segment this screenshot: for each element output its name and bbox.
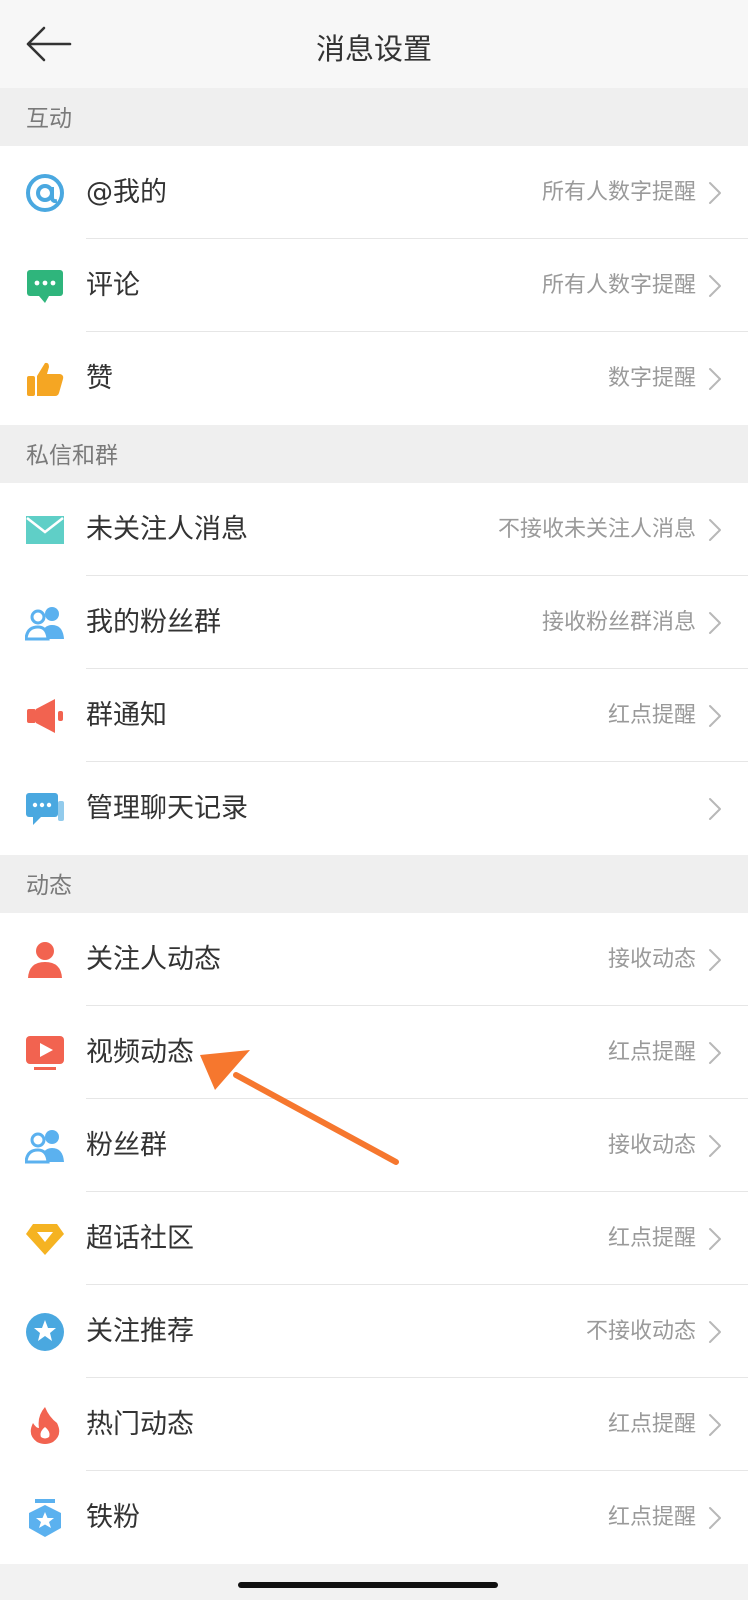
chevron-right-icon [708, 1413, 722, 1437]
row-label: 未关注人消息 [86, 514, 248, 545]
group-icon [24, 603, 65, 643]
row-value: 接收动态 [607, 947, 696, 972]
settings-row[interactable]: 视频动态 红点提醒 [0, 1006, 748, 1099]
row-label: 热门动态 [86, 1409, 194, 1440]
row-value: 所有人数字提醒 [541, 273, 696, 298]
settings-row[interactable]: 我的粉丝群 接收粉丝群消息 [0, 576, 748, 669]
row-value: 红点提醒 [607, 1226, 696, 1251]
settings-row[interactable]: 关注推荐 不接收动态 [0, 1285, 748, 1378]
chevron-right-icon [708, 1041, 722, 1065]
chevron-right-icon [708, 518, 722, 542]
settings-row[interactable]: 未关注人消息 不接收未关注人消息 [0, 483, 748, 576]
chevron-right-icon [708, 797, 722, 821]
chevron-right-icon [708, 704, 722, 728]
row-value: 不接收动态 [585, 1319, 696, 1344]
diamond-icon [25, 1219, 65, 1259]
row-value: 红点提醒 [607, 703, 696, 728]
row-label: 关注人动态 [86, 944, 221, 975]
at-icon [25, 173, 65, 213]
row-label: 超话社区 [86, 1223, 194, 1254]
section-header: 互动 [0, 88, 748, 146]
settings-row[interactable]: 群通知 红点提醒 [0, 669, 748, 762]
settings-list: 互动 @我的 所有人数字提醒 评论 所有人数字提醒 赞 数字提醒 私信和群 未关… [0, 88, 748, 1564]
row-label: 管理聊天记录 [86, 793, 248, 824]
chevron-right-icon [708, 367, 722, 391]
settings-row[interactable]: 粉丝群 接收动态 [0, 1099, 748, 1192]
section-list: 未关注人消息 不接收未关注人消息 我的粉丝群 接收粉丝群消息 群通知 红点提醒 … [0, 483, 748, 855]
settings-row[interactable]: @我的 所有人数字提醒 [0, 146, 748, 239]
row-label: 关注推荐 [86, 1316, 194, 1347]
section-list: @我的 所有人数字提醒 评论 所有人数字提醒 赞 数字提醒 [0, 146, 748, 425]
chevron-right-icon [708, 181, 722, 205]
section-header: 私信和群 [0, 425, 748, 483]
row-label: @我的 [86, 177, 167, 208]
chevron-right-icon [708, 1134, 722, 1158]
settings-row[interactable]: 评论 所有人数字提醒 [0, 239, 748, 332]
row-value: 接收粉丝群消息 [541, 610, 696, 635]
settings-row[interactable]: 关注人动态 接收动态 [0, 913, 748, 1006]
video-play-icon [25, 1033, 65, 1073]
row-label: 视频动态 [86, 1037, 194, 1068]
watermark-logo [560, 1498, 700, 1544]
row-value: 所有人数字提醒 [541, 180, 696, 205]
row-value: 接收动态 [607, 1133, 696, 1158]
row-value: 不接收未关注人消息 [497, 517, 696, 542]
settings-row[interactable]: 赞 数字提醒 [0, 332, 748, 425]
megaphone-icon [25, 696, 65, 736]
chevron-right-icon [708, 1227, 722, 1251]
row-label: 群通知 [86, 700, 167, 731]
chevron-right-icon [708, 1320, 722, 1344]
home-indicator[interactable] [238, 1582, 498, 1588]
thumbs-up-icon [25, 359, 65, 399]
row-label: 铁粉 [86, 1502, 140, 1533]
envelope-icon [25, 510, 65, 550]
person-icon [25, 940, 65, 980]
row-value: 红点提醒 [607, 1412, 696, 1437]
page-title: 消息设置 [315, 32, 432, 66]
row-label: 赞 [86, 363, 113, 394]
row-label: 评论 [86, 270, 140, 301]
group-icon [24, 1126, 65, 1166]
chat-manage-icon [25, 789, 65, 829]
section-list: 关注人动态 接收动态 视频动态 红点提醒 粉丝群 接收动态 超话社区 红点提醒 … [0, 913, 748, 1564]
section-header: 动态 [0, 855, 748, 913]
chevron-right-icon [708, 948, 722, 972]
flame-icon [25, 1405, 65, 1445]
chevron-right-icon [708, 1506, 722, 1530]
settings-row[interactable]: 超话社区 红点提醒 [0, 1192, 748, 1285]
chevron-right-icon [708, 274, 722, 298]
row-value: 数字提醒 [607, 366, 696, 391]
chevron-right-icon [708, 611, 722, 635]
star-badge-icon [25, 1312, 65, 1352]
top-nav-bar: 消息设置 [0, 0, 748, 89]
settings-row[interactable]: 管理聊天记录 [0, 762, 748, 855]
row-value: 红点提醒 [607, 1040, 696, 1065]
row-label: 我的粉丝群 [86, 607, 221, 638]
settings-row[interactable]: 热门动态 红点提醒 [0, 1378, 748, 1471]
shield-star-icon [25, 1498, 65, 1538]
comment-icon [25, 266, 65, 306]
row-label: 粉丝群 [86, 1130, 167, 1161]
